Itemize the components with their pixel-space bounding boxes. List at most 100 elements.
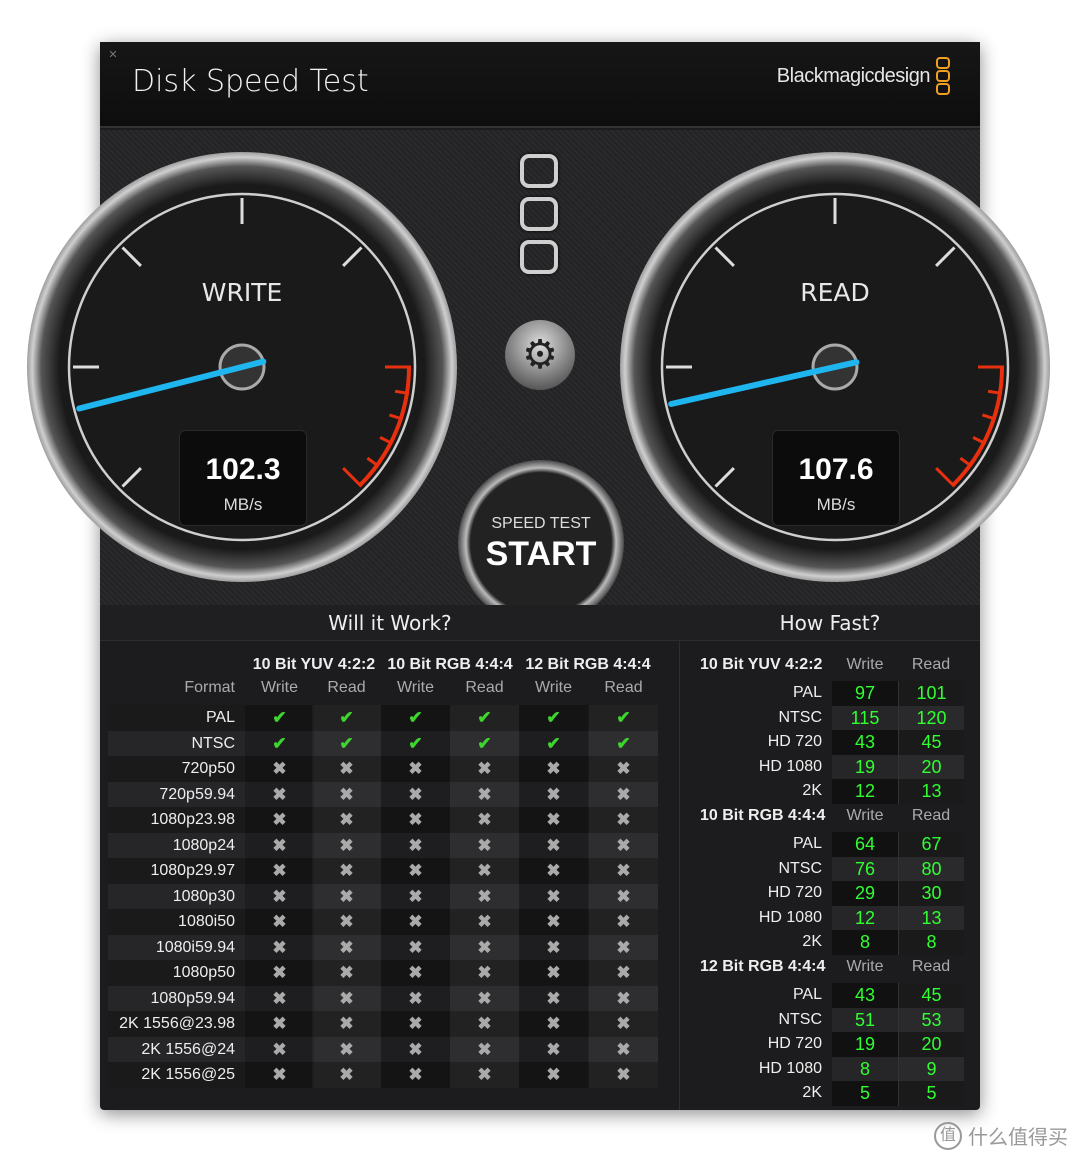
cross-icon: ✖ [450,832,519,858]
format-label: 720p59.94 [159,785,235,803]
format-label: 2K [802,782,822,800]
major-tick [121,246,142,267]
format-label: PAL [792,835,822,852]
brand-squares-icon [936,56,950,96]
cross-icon: ✖ [245,883,314,909]
check-icon: ✔ [589,730,658,756]
column-header: Write [396,679,435,696]
cross-icon: ✖ [245,1062,314,1088]
watermark-logo-icon: 值 [934,1121,962,1150]
cross-icon: ✖ [450,909,519,935]
read-header: Read [911,958,951,975]
cross-icon: ✖ [450,858,519,884]
format-label: 720p50 [181,760,235,777]
cross-icon: ✖ [312,883,381,909]
cross-icon: ✖ [312,909,381,935]
format-label: HD 720 [767,884,822,902]
cross-icon: ✖ [519,756,588,782]
cross-icon: ✖ [381,1036,450,1062]
cross-icon: ✖ [589,985,658,1011]
gear-icon: ⚙ [522,333,558,377]
major-tick [935,246,956,267]
check-icon: ✔ [519,705,588,731]
cross-icon: ✖ [245,934,314,960]
group-header: 12 Bit RGB 4:4:4 [525,656,651,673]
format-label: 1080p29.97 [150,862,235,879]
cross-icon: ✖ [519,858,588,884]
format-label: 2K 1556@25 [141,1066,235,1083]
cross-icon: ✖ [589,1011,658,1037]
group-header: 12 Bit RGB 4:4:4 [700,958,826,975]
cross-icon: ✖ [381,756,450,782]
cross-icon: ✖ [245,807,314,833]
check-icon: ✔ [245,730,314,756]
cross-icon: ✖ [519,985,588,1011]
format-label: PAL [792,986,822,1003]
cross-icon: ✖ [519,1036,588,1062]
column-header: Read [327,679,366,696]
disk-speed-test-window: ✕ Disk Speed Test Blackmagicdesign WRITE… [27,42,1050,1110]
read-speed: 30 [898,881,964,906]
cross-icon: ✖ [589,1036,658,1062]
write-gauge: WRITE 102.3 MB/s [27,152,457,582]
title-bar: ✕ Disk Speed Test Blackmagicdesign [100,42,980,128]
major-tick [714,467,735,488]
major-tick [121,467,142,488]
format-label: 1080p23.98 [150,811,235,828]
column-header: Read [604,679,643,696]
how-fast-table: How Fast? 10 Bit YUV 4:2:2 Write Read PAL 97… [680,605,980,1110]
write-speed: 8 [832,1056,898,1082]
watermark-text: 什么值得买 [968,1127,1068,1149]
write-speed: 29 [832,881,898,906]
cross-icon: ✖ [589,934,658,960]
format-label: HD 720 [767,1035,822,1053]
write-speed: 12 [832,905,898,931]
close-icon[interactable]: ✕ [106,48,120,62]
write-speed: 43 [832,983,898,1008]
start-button[interactable]: SPEED TEST START [458,460,624,626]
write-speed: 19 [832,754,898,780]
format-label: PAL [205,709,235,726]
cross-icon: ✖ [381,985,450,1011]
cross-icon: ✖ [450,1062,519,1088]
format-label: 1080i50 [178,913,235,930]
format-label: HD 1080 [758,757,822,775]
cross-icon: ✖ [312,1036,381,1062]
write-speed: 5 [832,1081,898,1106]
cross-icon: ✖ [589,883,658,909]
cross-icon: ✖ [245,909,314,935]
settings-button[interactable]: ⚙ [505,320,575,390]
format-label: 1080p50 [172,964,235,981]
format-label: HD 720 [767,733,822,751]
cross-icon: ✖ [450,985,519,1011]
read-unit: MB/s [816,495,856,514]
redzone-arc [358,366,411,487]
will-it-work-table: Will it Work? Format 10 Bit YUV 4:2:2 10 B… [100,605,680,1110]
write-header: Write [846,656,884,673]
read-speed: 5 [898,1081,964,1106]
cross-icon: ✖ [450,883,519,909]
read-speed: 45 [898,983,964,1008]
read-speed: 13 [898,905,964,931]
read-speed: 67 [898,832,964,857]
cross-icon: ✖ [519,807,588,833]
cross-icon: ✖ [450,756,519,782]
format-header: Format [184,679,235,696]
cross-icon: ✖ [519,1062,588,1088]
app-title: Disk Speed Test [132,64,369,99]
read-speed: 101 [898,681,964,706]
write-speed: 97 [832,681,898,706]
cross-icon: ✖ [381,781,450,807]
cross-icon: ✖ [589,858,658,884]
cross-icon: ✖ [381,934,450,960]
watermark: 值什么值得买 [934,1121,1068,1150]
cross-icon: ✖ [450,807,519,833]
results-panel: Will it Work? Format 10 Bit YUV 4:2:2 10 B… [100,605,980,1110]
format-label: NTSC [778,859,822,877]
cross-icon: ✖ [589,807,658,833]
check-icon: ✔ [381,705,450,731]
cross-icon: ✖ [245,832,314,858]
read-speed: 80 [898,856,964,882]
read-speed: 13 [898,779,964,804]
read-value: 107.6 [798,453,874,486]
